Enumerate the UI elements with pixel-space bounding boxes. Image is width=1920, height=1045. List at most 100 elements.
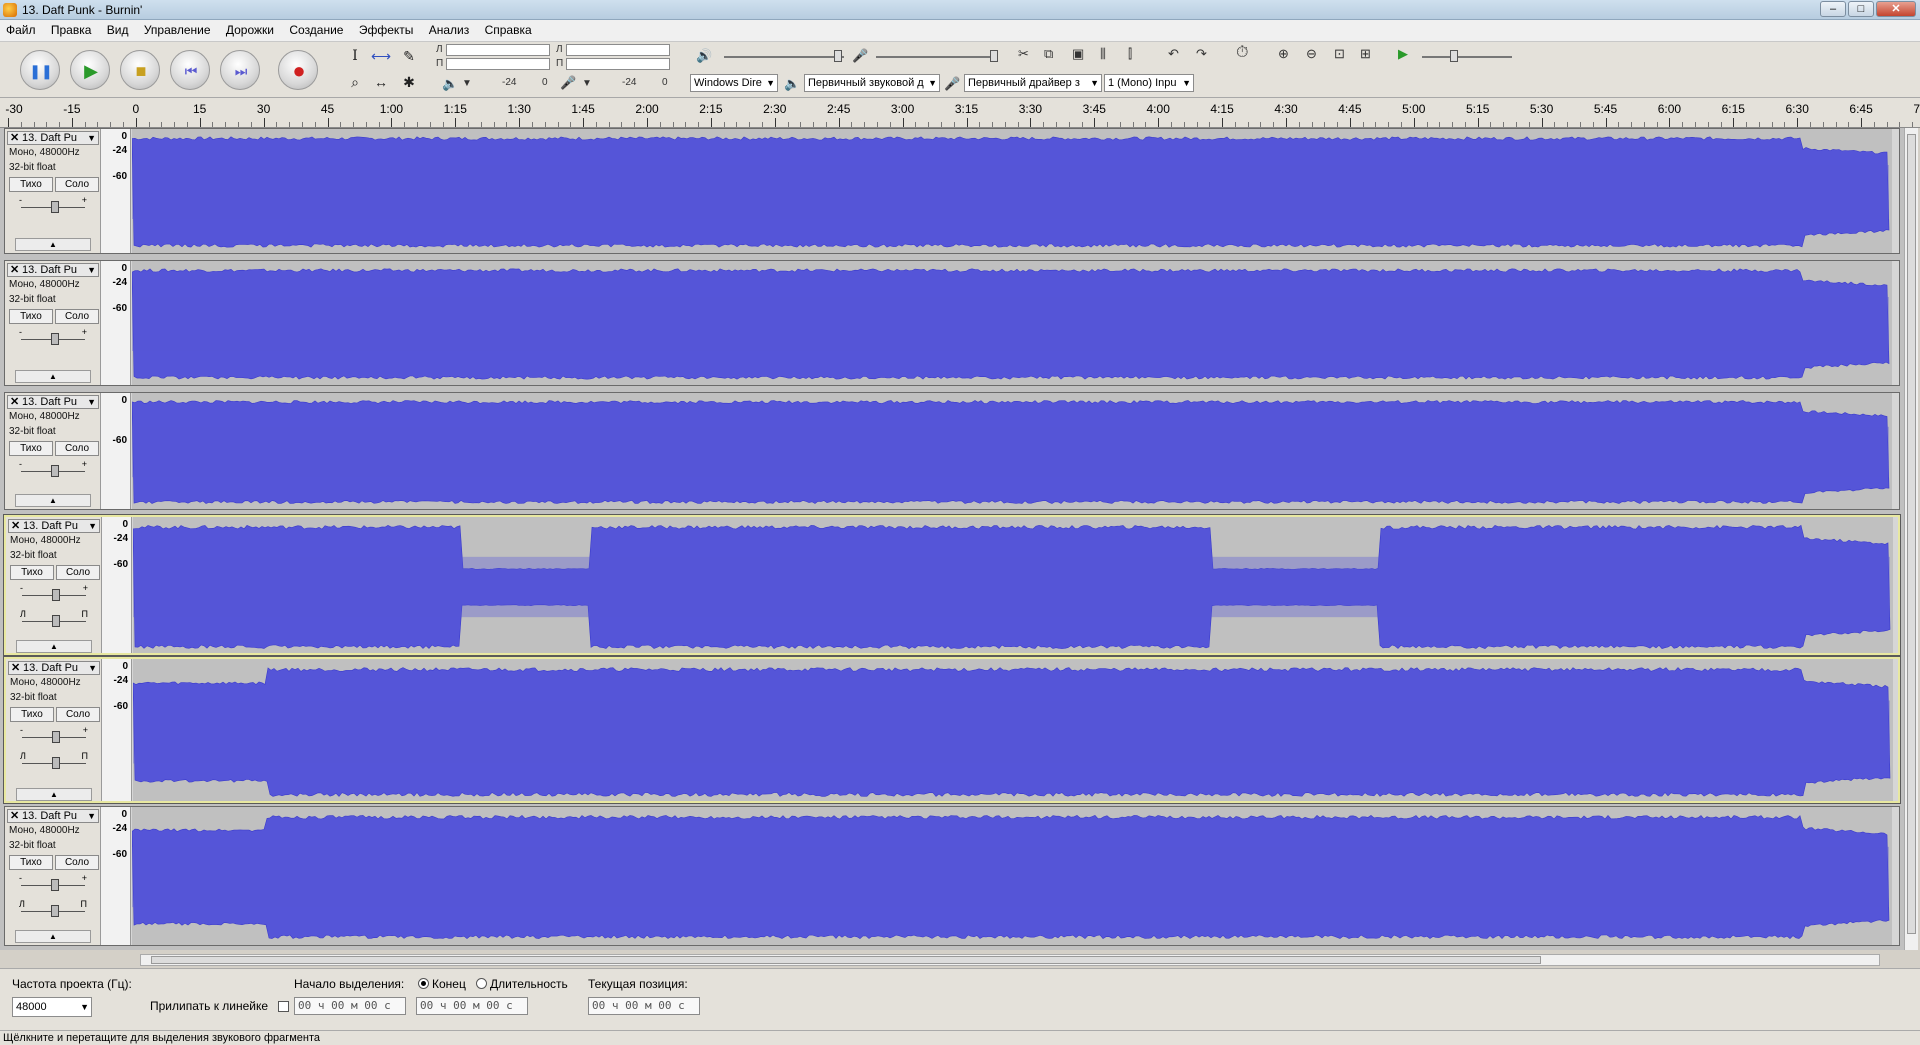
- playback-level-meter-left[interactable]: [446, 44, 550, 56]
- pan-slider-thumb[interactable]: [52, 615, 60, 627]
- audio-track[interactable]: ✕ 13. Daft Pu ▼ Моно, 48000Hz 32-bit float Ти…: [4, 806, 1900, 946]
- close-track-icon[interactable]: ✕: [10, 264, 19, 276]
- silence-icon[interactable]: ⫿: [1128, 46, 1132, 62]
- menu-transport[interactable]: Управление: [138, 20, 217, 37]
- pan-slider[interactable]: ЛП: [17, 899, 89, 919]
- waveform-display[interactable]: [131, 129, 1892, 253]
- chevron-down-icon[interactable]: ▼: [87, 396, 96, 408]
- chevron-down-icon[interactable]: ▼: [87, 132, 96, 144]
- fit-selection-icon[interactable]: ⊡: [1334, 46, 1345, 62]
- chevron-down-icon[interactable]: ▼: [582, 78, 592, 89]
- maximize-button[interactable]: □: [1848, 1, 1874, 17]
- menu-effects[interactable]: Эффекты: [353, 20, 420, 37]
- audio-track[interactable]: ✕ 13. Daft Pu ▼ Моно, 48000Hz 32-bit float Ти…: [3, 514, 1901, 656]
- length-radio[interactable]: [476, 978, 487, 989]
- waveform-display[interactable]: [131, 261, 1892, 385]
- zoom-tool-icon[interactable]: ⌕: [344, 71, 366, 93]
- waveform-display[interactable]: [131, 807, 1892, 945]
- solo-button[interactable]: Соло: [55, 309, 99, 324]
- horizontal-scrollbar[interactable]: [140, 954, 1880, 966]
- selection-end-field[interactable]: 00 ч 00 м 00 с: [416, 997, 528, 1015]
- mute-button[interactable]: Тихо: [10, 707, 54, 722]
- gain-slider[interactable]: - +: [18, 725, 90, 745]
- play-at-speed-icon[interactable]: ▶: [1398, 46, 1408, 62]
- gain-slider-thumb[interactable]: [52, 731, 60, 743]
- gain-slider-thumb[interactable]: [51, 465, 59, 477]
- gain-slider[interactable]: - +: [17, 873, 89, 893]
- collapse-track-button[interactable]: ▲: [16, 640, 92, 653]
- redo-icon[interactable]: ↷: [1196, 46, 1207, 62]
- envelope-tool-icon[interactable]: ⟷: [370, 45, 392, 67]
- output-device-select[interactable]: Первичный звуковой д ▼: [804, 74, 940, 92]
- pan-slider-thumb[interactable]: [52, 757, 60, 769]
- chevron-down-icon[interactable]: ▼: [88, 662, 97, 674]
- track-control-panel[interactable]: ✕ 13. Daft Pu ▼ Моно, 48000Hz 32-bit float Ти…: [5, 261, 101, 385]
- track-control-panel[interactable]: ✕ 13. Daft Pu ▼ Моно, 48000Hz 32-bit float Ти…: [6, 517, 102, 653]
- output-volume-thumb[interactable]: [834, 50, 842, 62]
- paste-icon[interactable]: ▣: [1072, 46, 1084, 62]
- horizontal-scroll-thumb[interactable]: [151, 956, 1541, 964]
- pause-button[interactable]: ❚❚: [20, 50, 60, 90]
- gain-slider[interactable]: - +: [17, 327, 89, 347]
- vertical-scroll-thumb[interactable]: [1907, 134, 1916, 934]
- play-button[interactable]: ▶: [70, 50, 110, 90]
- snap-to-checkbox[interactable]: [278, 1001, 289, 1012]
- chevron-down-icon[interactable]: ▼: [87, 264, 96, 276]
- zoom-in-icon[interactable]: ⊕: [1278, 46, 1289, 62]
- gain-slider-thumb[interactable]: [51, 879, 59, 891]
- multi-tool-icon[interactable]: ✱: [398, 71, 420, 93]
- track-name-menu[interactable]: ✕ 13. Daft Pu ▼: [7, 263, 99, 277]
- menu-tracks[interactable]: Дорожки: [220, 20, 280, 37]
- zoom-out-icon[interactable]: ⊖: [1306, 46, 1317, 62]
- solo-button[interactable]: Соло: [55, 855, 99, 870]
- audio-position-field[interactable]: 00 ч 00 м 00 с: [588, 997, 700, 1015]
- track-control-panel[interactable]: ✕ 13. Daft Pu ▼ Моно, 48000Hz 32-bit float Ти…: [6, 659, 102, 801]
- close-track-icon[interactable]: ✕: [11, 520, 20, 532]
- undo-icon[interactable]: ↶: [1168, 46, 1179, 62]
- track-control-panel[interactable]: ✕ 13. Daft Pu ▼ Моно, 48000Hz 32-bit float Ти…: [5, 807, 101, 945]
- mute-button[interactable]: Тихо: [9, 441, 53, 456]
- track-control-panel[interactable]: ✕ 13. Daft Pu ▼ Моно, 48000Hz 32-bit float Ти…: [5, 129, 101, 253]
- vertical-scrollbar[interactable]: [1904, 128, 1918, 950]
- waveform-display[interactable]: [132, 517, 1893, 653]
- gain-slider-thumb[interactable]: [52, 589, 60, 601]
- pan-slider[interactable]: ЛП: [18, 751, 90, 771]
- close-track-icon[interactable]: ✕: [10, 810, 19, 822]
- selection-tool-icon[interactable]: I: [344, 45, 366, 67]
- menu-edit[interactable]: Правка: [45, 20, 98, 37]
- gain-slider[interactable]: - +: [17, 195, 89, 215]
- track-name-menu[interactable]: ✕ 13. Daft Pu ▼: [7, 809, 99, 823]
- gain-slider-thumb[interactable]: [51, 201, 59, 213]
- collapse-track-button[interactable]: ▲: [15, 370, 91, 383]
- gain-slider-thumb[interactable]: [51, 333, 59, 345]
- track-name-menu[interactable]: ✕ 13. Daft Pu ▼: [8, 519, 100, 533]
- input-volume-thumb[interactable]: [990, 50, 998, 62]
- input-device-select[interactable]: Первичный драйвер з ▼: [964, 74, 1102, 92]
- mute-button[interactable]: Тихо: [9, 177, 53, 192]
- menu-generate[interactable]: Создание: [283, 20, 349, 37]
- gain-slider[interactable]: - +: [18, 583, 90, 603]
- mute-button[interactable]: Тихо: [10, 565, 54, 580]
- mute-button[interactable]: Тихо: [9, 309, 53, 324]
- mute-button[interactable]: Тихо: [9, 855, 53, 870]
- close-track-icon[interactable]: ✕: [11, 662, 20, 674]
- collapse-track-button[interactable]: ▲: [15, 238, 91, 251]
- selection-start-field[interactable]: 00 ч 00 м 00 с: [294, 997, 406, 1015]
- collapse-track-button[interactable]: ▲: [15, 930, 91, 943]
- menu-view[interactable]: Вид: [101, 20, 135, 37]
- copy-icon[interactable]: ⧉: [1044, 46, 1053, 62]
- input-volume-slider[interactable]: [876, 56, 996, 58]
- waveform-display[interactable]: [131, 393, 1892, 509]
- minimize-button[interactable]: –: [1820, 1, 1846, 17]
- gain-slider[interactable]: - +: [17, 459, 89, 479]
- pan-slider-thumb[interactable]: [51, 905, 59, 917]
- play-speed-thumb[interactable]: [1450, 50, 1458, 62]
- solo-button[interactable]: Соло: [56, 565, 100, 580]
- chevron-down-icon[interactable]: ▼: [88, 520, 97, 532]
- audio-host-select[interactable]: Windows Dire ▼: [690, 74, 778, 92]
- close-button[interactable]: ✕: [1876, 1, 1916, 17]
- record-button[interactable]: ●: [278, 50, 318, 90]
- menu-file[interactable]: Файл: [0, 20, 42, 37]
- audio-track[interactable]: ✕ 13. Daft Pu ▼ Моно, 48000Hz 32-bit float Ти…: [3, 656, 1901, 804]
- pan-slider[interactable]: ЛП: [18, 609, 90, 629]
